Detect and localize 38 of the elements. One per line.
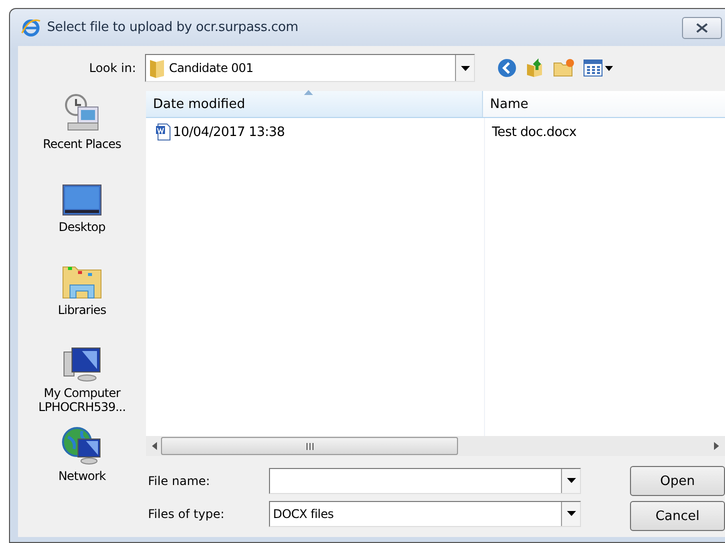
file-name-label: File name: <box>148 474 211 488</box>
sort-arrow-icon <box>304 90 313 95</box>
combo-field[interactable]: DOCX files <box>269 500 581 526</box>
close-button[interactable] <box>682 16 722 38</box>
up-folder-icon[interactable] <box>525 58 545 78</box>
document-icon <box>155 123 171 141</box>
caret-icon <box>460 66 470 70</box>
close-icon <box>696 22 708 32</box>
computer-icon <box>62 346 102 382</box>
back-icon[interactable] <box>497 58 517 78</box>
new-folder-icon[interactable] <box>553 58 575 78</box>
dialog-button[interactable]: Cancel <box>630 501 725 531</box>
place-label[interactable]: My Computer LPHOCRH539... <box>38 386 126 414</box>
horizontal-scrollbar[interactable] <box>146 436 725 456</box>
monitor-icon <box>62 184 102 216</box>
table-cell[interactable]: 10/04/2017 13:38 <box>173 124 285 140</box>
table-cell[interactable]: Test doc.docx <box>492 124 576 140</box>
file-type-label: Files of type: <box>148 506 226 520</box>
combo-field[interactable] <box>269 468 581 494</box>
view-menu-icon[interactable] <box>583 59 613 77</box>
window-title: Select file to upload by ocr.surpass.com <box>47 20 300 35</box>
globe-e-icon <box>21 18 41 38</box>
globe-monitor-icon <box>62 427 102 465</box>
place-label[interactable]: Desktop <box>58 220 106 234</box>
dialog-button[interactable]: Open <box>630 466 725 496</box>
look-in-label: Look in: <box>88 61 137 75</box>
caret-icon <box>566 511 576 516</box>
caret-icon <box>566 478 576 483</box>
combo-field[interactable]: Candidate 001 <box>145 54 475 82</box>
folder-icon <box>149 58 165 78</box>
left-arrow-icon[interactable] <box>152 442 157 450</box>
place-label[interactable]: Network <box>58 469 106 483</box>
scroll-thumb[interactable] <box>161 437 458 455</box>
place-label[interactable]: Recent Places <box>42 137 122 151</box>
grip-icon <box>306 442 314 450</box>
place-label[interactable]: Libraries <box>58 303 106 317</box>
right-arrow-icon[interactable] <box>714 442 719 450</box>
column-header[interactable]: Date modified <box>146 91 483 117</box>
